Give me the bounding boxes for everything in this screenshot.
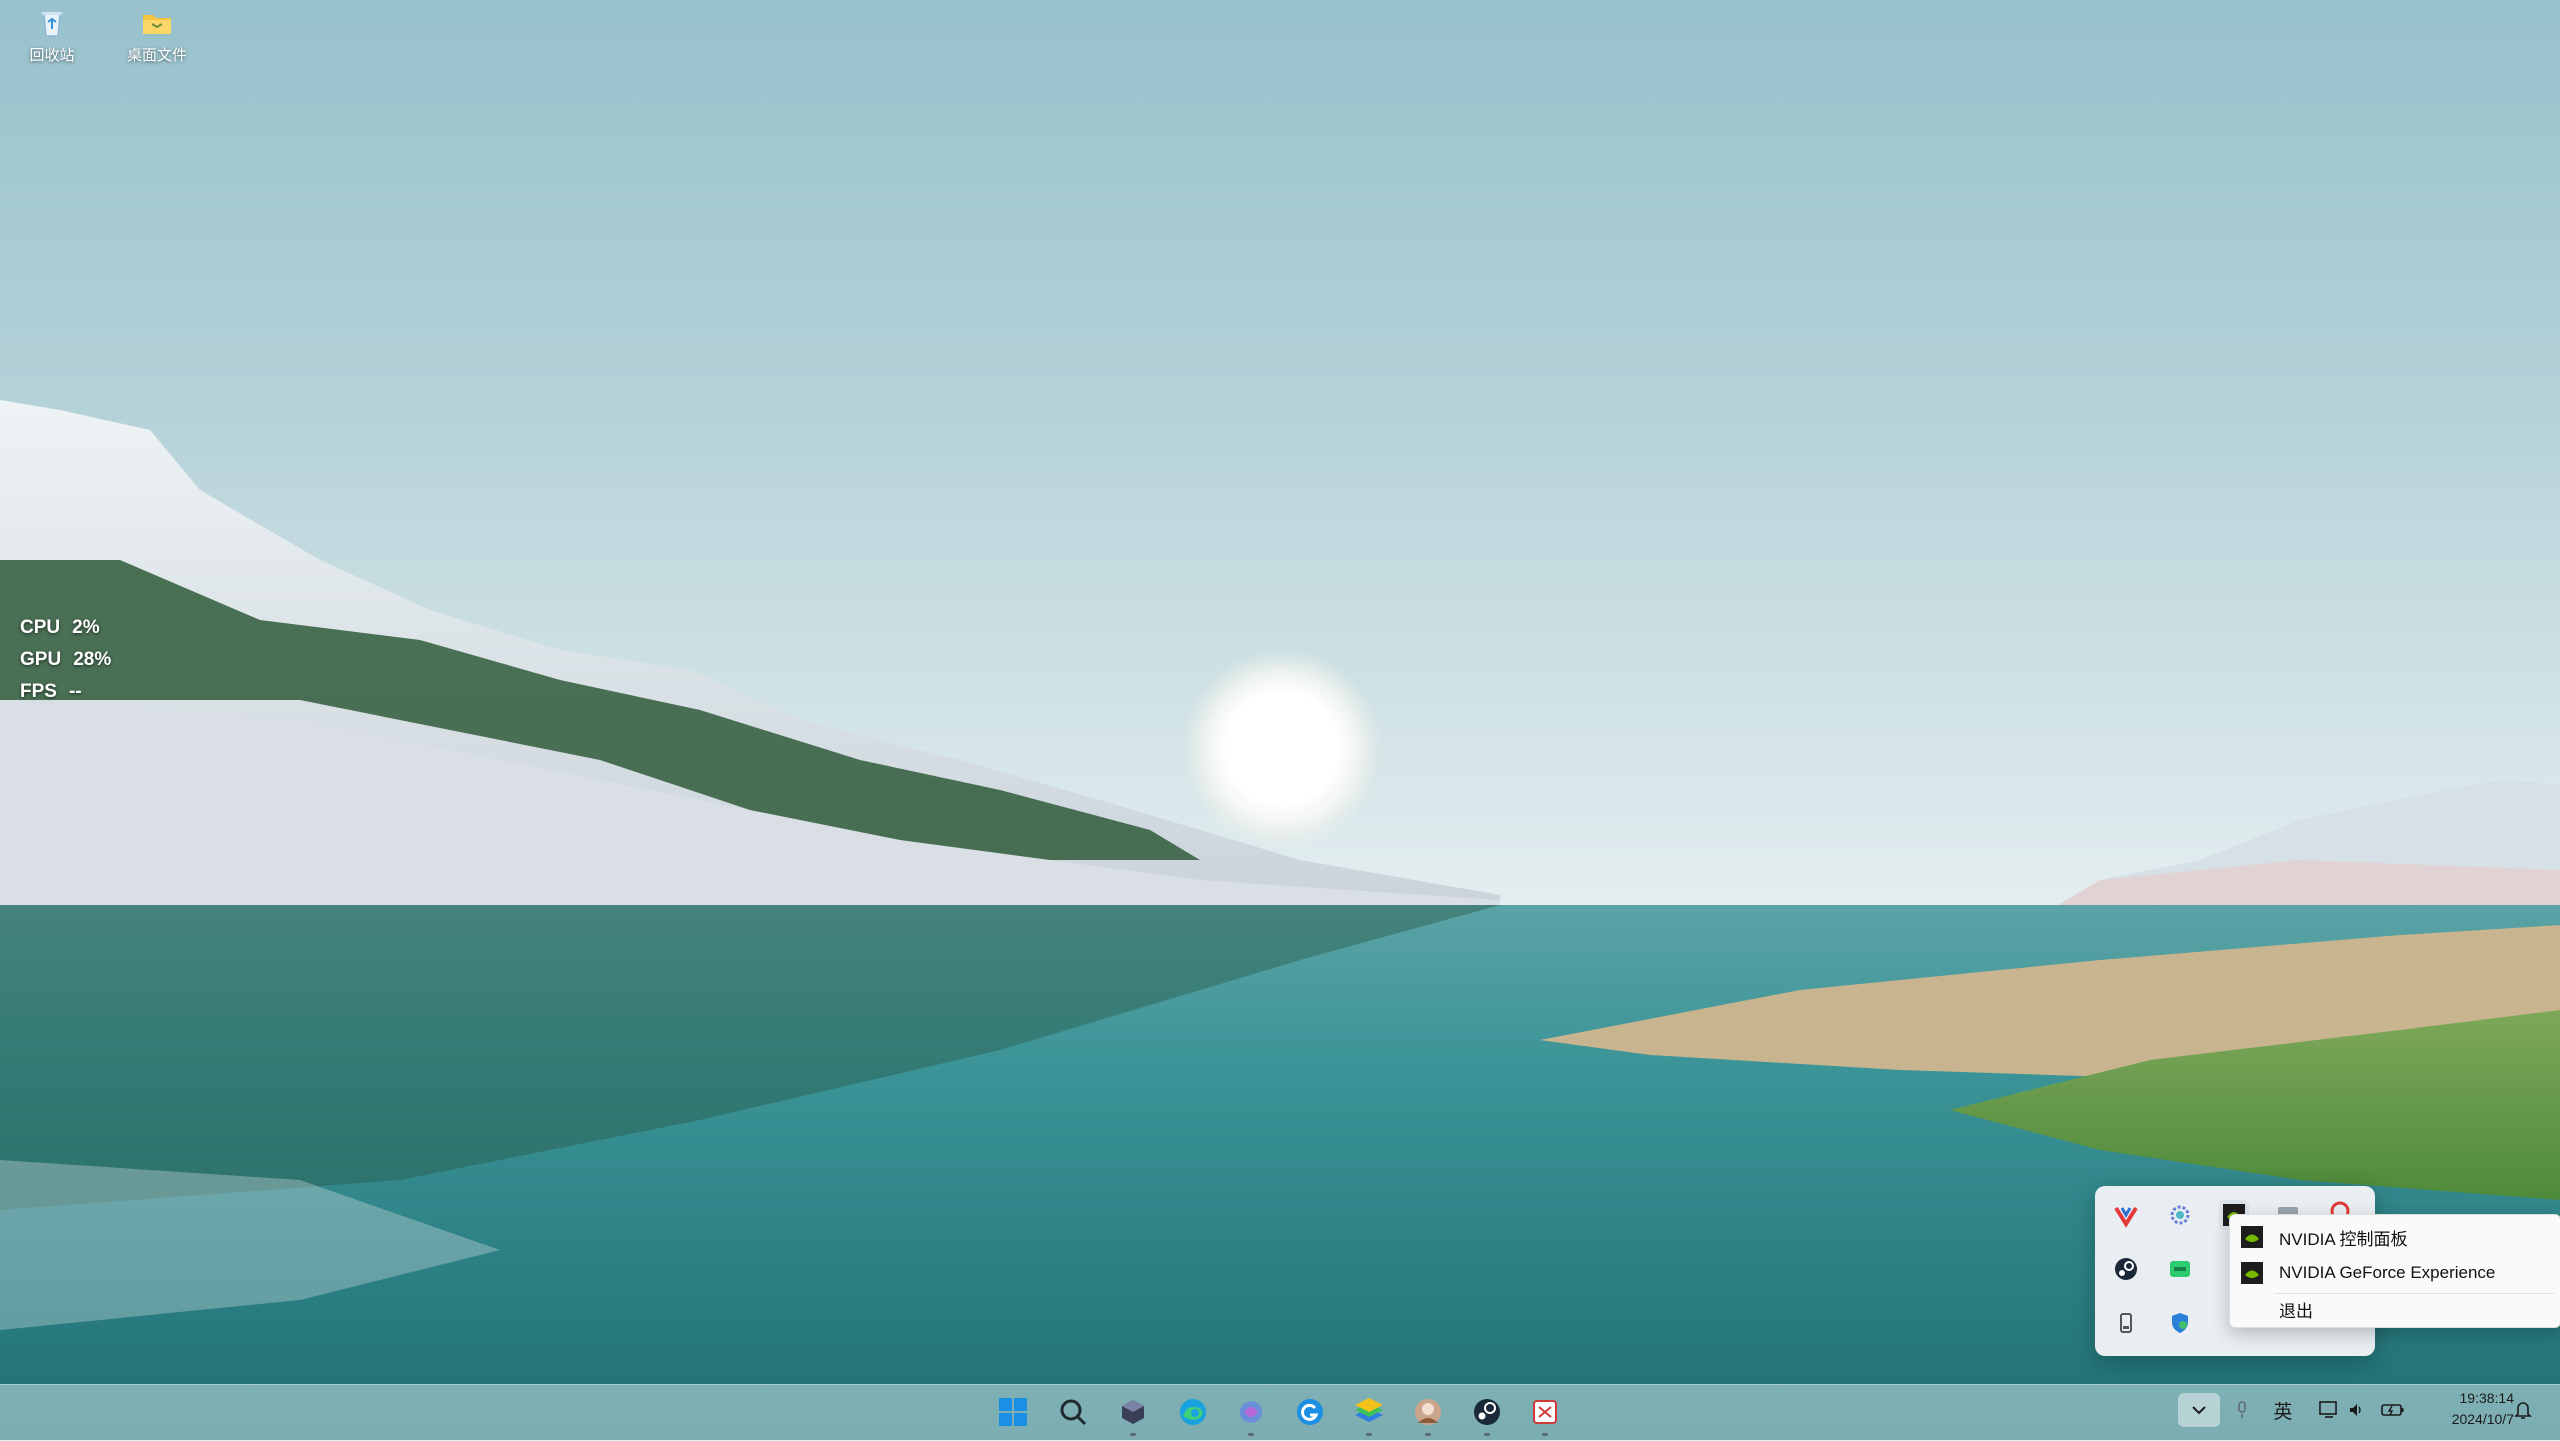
layers-app-icon: [1355, 1398, 1383, 1422]
usb-drive-icon[interactable]: [2111, 1308, 2141, 1338]
windows-start-icon: [999, 1398, 1027, 1426]
monitor-network-icon: [2319, 1401, 2337, 1418]
chevron-down-icon: [2192, 1406, 2206, 1415]
battery-icon[interactable]: [2376, 1393, 2410, 1427]
taskbar-app-edge[interactable]: [1171, 1390, 1215, 1434]
desktop-icon-folder[interactable]: 桌面文件: [112, 6, 202, 65]
google-icon: [1297, 1399, 1323, 1425]
taskbar-app-swirl[interactable]: [1229, 1390, 1273, 1436]
taskbar-app-avatar[interactable]: [1406, 1390, 1450, 1436]
vivaldi-icon[interactable]: [2111, 1200, 2141, 1230]
edge-icon: [1180, 1399, 1206, 1425]
folder-icon: [140, 6, 174, 40]
cube-app-icon: [1122, 1400, 1144, 1424]
search-icon: [1060, 1399, 1087, 1426]
taskbar-clock[interactable]: 19:38:14 2024/10/7: [2418, 1388, 2514, 1430]
steam-icon[interactable]: [2111, 1254, 2141, 1284]
taskbar-app-google[interactable]: [1288, 1390, 1332, 1434]
network-icon[interactable]: [2310, 1393, 2348, 1427]
desktop-icon-recycle-bin[interactable]: 回收站: [7, 6, 97, 65]
menu-item-exit[interactable]: 退出: [2230, 1291, 2560, 1327]
performance-overlay: CPU 2% GPU 28% FPS --: [20, 612, 111, 708]
taskbar-app-layers[interactable]: [1347, 1390, 1391, 1436]
running-indicator: [1542, 1433, 1548, 1436]
running-indicator: [1366, 1433, 1372, 1436]
clock-date: 2024/10/7: [2451, 1411, 2514, 1427]
battery-charging-icon: [2381, 1404, 2404, 1416]
shield-icon[interactable]: [2165, 1308, 2195, 1338]
tray-small-icon[interactable]: [2228, 1393, 2256, 1427]
nvidia-icon: [2241, 1262, 2263, 1284]
menu-item-geforce-experience[interactable]: NVIDIA GeForce Experience: [2230, 1255, 2560, 1291]
nvidia-icon: [2241, 1226, 2263, 1248]
avatar-app-icon: [1415, 1399, 1441, 1425]
nvidia-context-menu: NVIDIA 控制面板 NVIDIA GeForce Experience 退出: [2229, 1214, 2560, 1328]
recycle-bin-icon: [35, 6, 69, 40]
mic-icon: [2238, 1401, 2246, 1418]
clock-time: 19:38:14: [2459, 1390, 2515, 1406]
taskbar: [0, 1384, 2560, 1441]
menu-item-nvidia-control-panel[interactable]: NVIDIA 控制面板: [2230, 1219, 2560, 1255]
desktop-icon-label: 回收站: [29, 47, 75, 64]
start-button[interactable]: [991, 1390, 1035, 1434]
notification-button[interactable]: [2508, 1393, 2538, 1427]
cpu-row: CPU 2%: [20, 617, 100, 638]
swirl-app-icon: [1240, 1401, 1262, 1423]
taskbar-app-snip[interactable]: [1523, 1390, 1567, 1436]
bell-icon: [2514, 1402, 2532, 1419]
taskbar-app-cube[interactable]: [1111, 1390, 1155, 1436]
taskbar-search-button[interactable]: [1051, 1390, 1095, 1434]
running-indicator: [1484, 1433, 1490, 1436]
speaker-icon: [2350, 1404, 2361, 1416]
steam-icon: [1474, 1399, 1500, 1425]
taskbar-app-steam[interactable]: [1465, 1390, 1509, 1436]
running-indicator: [1248, 1433, 1254, 1436]
snip-app-icon: [1533, 1400, 1557, 1424]
desktop-icon-label: 桌面文件: [126, 47, 187, 64]
green-app-icon[interactable]: [2165, 1254, 2195, 1284]
running-indicator: [1130, 1433, 1136, 1436]
input-method-indicator[interactable]: 英: [2266, 1393, 2300, 1427]
volume-icon[interactable]: [2344, 1393, 2368, 1427]
gear-badge-icon[interactable]: [2165, 1200, 2195, 1230]
gpu-row: GPU 28%: [20, 649, 112, 670]
fps-row: FPS --: [20, 681, 82, 702]
show-hidden-icons-button[interactable]: [2178, 1393, 2220, 1427]
running-indicator: [1425, 1433, 1431, 1436]
